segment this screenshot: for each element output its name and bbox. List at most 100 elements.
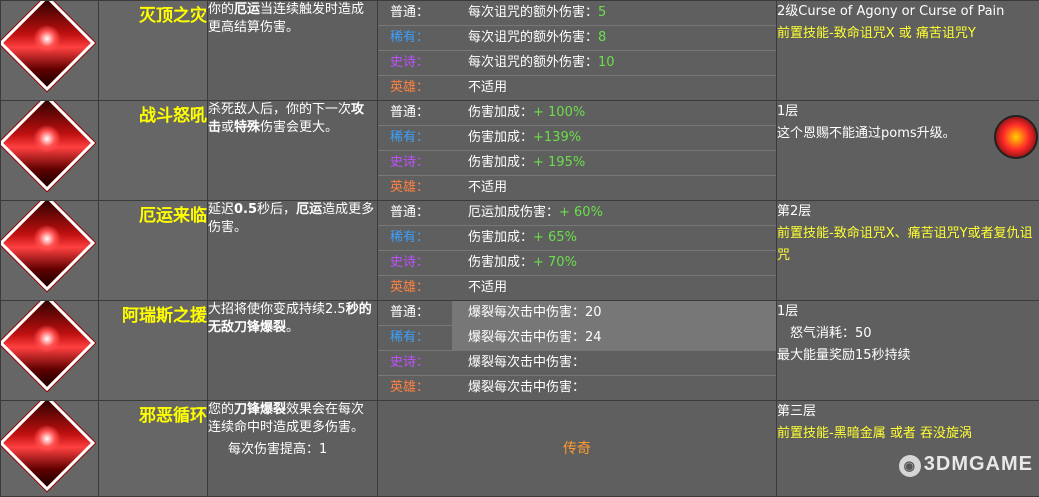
boon-diamond-icon: [1, 101, 96, 192]
boon-rarity-values: 普通：每次诅咒的额外伤害：5稀有：每次诅咒的额外伤害：8史诗：每次诅咒的额外伤害…: [378, 1, 777, 101]
requirement-text: 前置技能-黑暗金属 或者 吞没旋涡: [777, 426, 972, 441]
requirement-line: 第三层: [777, 401, 1039, 423]
rarity-effect-label: 爆裂每次击中伤害：: [468, 380, 585, 395]
pom-badge-icon: [994, 115, 1038, 159]
rarity-text: 伤害加成：+139%: [452, 126, 776, 150]
boon-row: 邪恶循环您的刀锋爆裂效果会在每次连续命中时造成更多伤害。每次伤害提高：1传奇第三…: [1, 401, 1039, 497]
requirement-text: 1层: [777, 304, 798, 319]
boon-rarity-values: 普通：厄运加成伤害：+ 60%稀有：伤害加成：+ 65%史诗：伤害加成：+ 70…: [378, 201, 777, 301]
rarity-row-common: 普通：爆裂每次击中伤害：20: [378, 301, 776, 326]
boon-diamond-icon: [1, 301, 96, 392]
rarity-effect-label: 爆裂每次击中伤害：: [468, 355, 585, 370]
rarity-text: 每次诅咒的额外伤害：10: [452, 51, 776, 75]
rarity-effect-value: 10: [598, 55, 615, 70]
requirement-line: 怒气消耗：50: [777, 323, 1039, 345]
rarity-row-heroic: 英雄： 不适用: [378, 276, 776, 300]
boon-rarity-values: 普通：爆裂每次击中伤害：20稀有：爆裂每次击中伤害：24史诗：爆裂每次击中伤害：…: [378, 301, 777, 401]
boon-name: 厄运来临: [99, 201, 208, 301]
rarity-effect-value: 20: [585, 305, 602, 320]
requirement-line: 第2层: [777, 201, 1039, 223]
rarity-effect-label: 伤害加成：: [468, 130, 533, 145]
rarity-label-rare: 稀有：: [378, 26, 452, 50]
requirement-line: 1层: [777, 301, 1039, 323]
requirement-text: 2级Curse of Agony or Curse of Pain: [777, 4, 1004, 19]
rarity-text: 伤害加成：+ 70%: [452, 251, 776, 275]
rarity-text: 不适用: [452, 176, 776, 200]
requirement-line: 前置技能-致命诅咒X 或 痛苦诅咒Y: [777, 23, 1039, 45]
boon-icon-cell: [1, 301, 99, 401]
boon-description-text: 您的刀锋爆裂效果会在每次连续命中时造成更多伤害。: [208, 401, 377, 437]
rarity-text: 爆裂每次击中伤害：: [452, 351, 776, 375]
rarity-label-common: 普通：: [378, 301, 452, 325]
rarity-label-heroic: 英雄：: [378, 276, 452, 300]
rarity-row-common: 普通：伤害加成：+ 100%: [378, 101, 776, 126]
rarity-text: 爆裂每次击中伤害：20: [452, 301, 776, 325]
boon-requirements: 1层 怒气消耗：50 最大能量奖励15秒持续: [777, 301, 1039, 401]
rarity-label-common: 普通：: [378, 101, 452, 125]
boon-row: 阿瑞斯之援大招将使你变成持续2.5秒的无敌刀锋爆裂。普通：爆裂每次击中伤害：20…: [1, 301, 1039, 401]
rarity-row-epic: 史诗：每次诅咒的额外伤害：10: [378, 51, 776, 76]
boon-description: 大招将使你变成持续2.5秒的无敌刀锋爆裂。: [208, 301, 378, 401]
rarity-effect-label: 伤害加成：: [468, 155, 533, 170]
rarity-effect-label: 爆裂每次击中伤害：: [468, 305, 585, 320]
rarity-effect-value: + 60%: [559, 205, 603, 220]
rarity-effect-value: +139%: [533, 130, 581, 145]
rarity-label-epic: 史诗：: [378, 51, 452, 75]
requirement-text: 前置技能-致命诅咒X、痛苦诅咒Y或者复仇诅咒: [777, 226, 1033, 263]
rarity-effect-label: 爆裂每次击中伤害：: [468, 330, 585, 345]
rarity-text: 每次诅咒的额外伤害：5: [452, 1, 776, 25]
rarity-effect-label: 每次诅咒的额外伤害：: [468, 5, 598, 20]
rarity-label-common: 普通：: [378, 201, 452, 225]
rarity-text: 不适用: [452, 76, 776, 100]
boon-row: 灭顶之灾你的厄运当连续触发时造成更高结算伤害。普通：每次诅咒的额外伤害：5稀有：…: [1, 1, 1039, 101]
boon-description: 延迟0.5秒后，厄运造成更多伤害。: [208, 201, 378, 301]
boon-name: 战斗怒吼: [99, 101, 208, 201]
boon-name: 灭顶之灾: [99, 1, 208, 101]
rarity-text: 每次诅咒的额外伤害：8: [452, 26, 776, 50]
rarity-row-epic: 史诗：伤害加成：+ 70%: [378, 251, 776, 276]
rarity-label-epic: 史诗：: [378, 151, 452, 175]
boon-diamond-icon: [1, 401, 96, 492]
rarity-effect-label: 伤害加成：: [468, 230, 533, 245]
rarity-text: 伤害加成：+ 100%: [452, 101, 776, 125]
rarity-effect-label: 不适用: [468, 280, 507, 295]
boon-rarity-values: 普通：伤害加成：+ 100%稀有：伤害加成：+139%史诗：伤害加成：+ 195…: [378, 101, 777, 201]
requirement-line: 2级Curse of Agony or Curse of Pain: [777, 1, 1039, 23]
rarity-text: 不适用: [452, 276, 776, 300]
requirement-line: 最大能量奖励15秒持续: [777, 345, 1039, 367]
requirement-prefix: 前置技能-: [777, 26, 834, 41]
requirement-text: 第三层: [777, 404, 816, 419]
boon-description-text: 延迟0.5秒后，厄运造成更多伤害。: [208, 201, 377, 237]
rarity-effect-label: 伤害加成：: [468, 105, 533, 120]
boon-icon-cell: [1, 201, 99, 301]
requirement-text: 怒气消耗：50: [777, 326, 872, 341]
rarity-effect-value: + 195%: [533, 155, 585, 170]
rarity-effect-value: + 100%: [533, 105, 585, 120]
boon-diamond-icon: [1, 201, 96, 292]
rarity-effect-value: 24: [585, 330, 602, 345]
rarity-effect-label: 每次诅咒的额外伤害：: [468, 55, 598, 70]
requirement-text: 最大能量奖励15秒持续: [777, 348, 911, 363]
rarity-text: 伤害加成：+ 65%: [452, 226, 776, 250]
rarity-row-epic: 史诗：爆裂每次击中伤害：: [378, 351, 776, 376]
rarity-row-heroic: 英雄：不适用: [378, 176, 776, 200]
boon-description: 你的厄运当连续触发时造成更高结算伤害。: [208, 1, 378, 101]
requirement-text: 致命诅咒X 或 痛苦诅咒Y: [834, 26, 976, 41]
boon-icon-cell: [1, 1, 99, 101]
boon-requirements: 第2层前置技能-致命诅咒X、痛苦诅咒Y或者复仇诅咒: [777, 201, 1039, 301]
rarity-label-heroic: 英雄：: [378, 176, 452, 200]
rarity-label-common: 普通：: [378, 1, 452, 25]
rarity-label-heroic: 英雄：: [378, 376, 452, 400]
rarity-label-rare: 稀有：: [378, 326, 452, 350]
rarity-effect-value: 8: [598, 30, 606, 45]
boon-diamond-icon: [1, 1, 96, 92]
boon-name: 阿瑞斯之援: [99, 301, 208, 401]
boon-name: 邪恶循环: [99, 401, 208, 497]
boon-rarity-values: 传奇: [378, 401, 777, 497]
rarity-text: 厄运加成伤害：+ 60%: [452, 201, 776, 225]
rarity-row-rare: 稀有： 爆裂每次击中伤害：24: [378, 326, 776, 351]
rarity-label-rare: 稀有：: [378, 226, 452, 250]
boon-description: 杀死敌人后，你的下一次攻击或特殊伤害会更大。: [208, 101, 378, 201]
rarity-text: 伤害加成：+ 195%: [452, 151, 776, 175]
requirement-line: 前置技能-黑暗金属 或者 吞没旋涡: [777, 423, 1039, 445]
